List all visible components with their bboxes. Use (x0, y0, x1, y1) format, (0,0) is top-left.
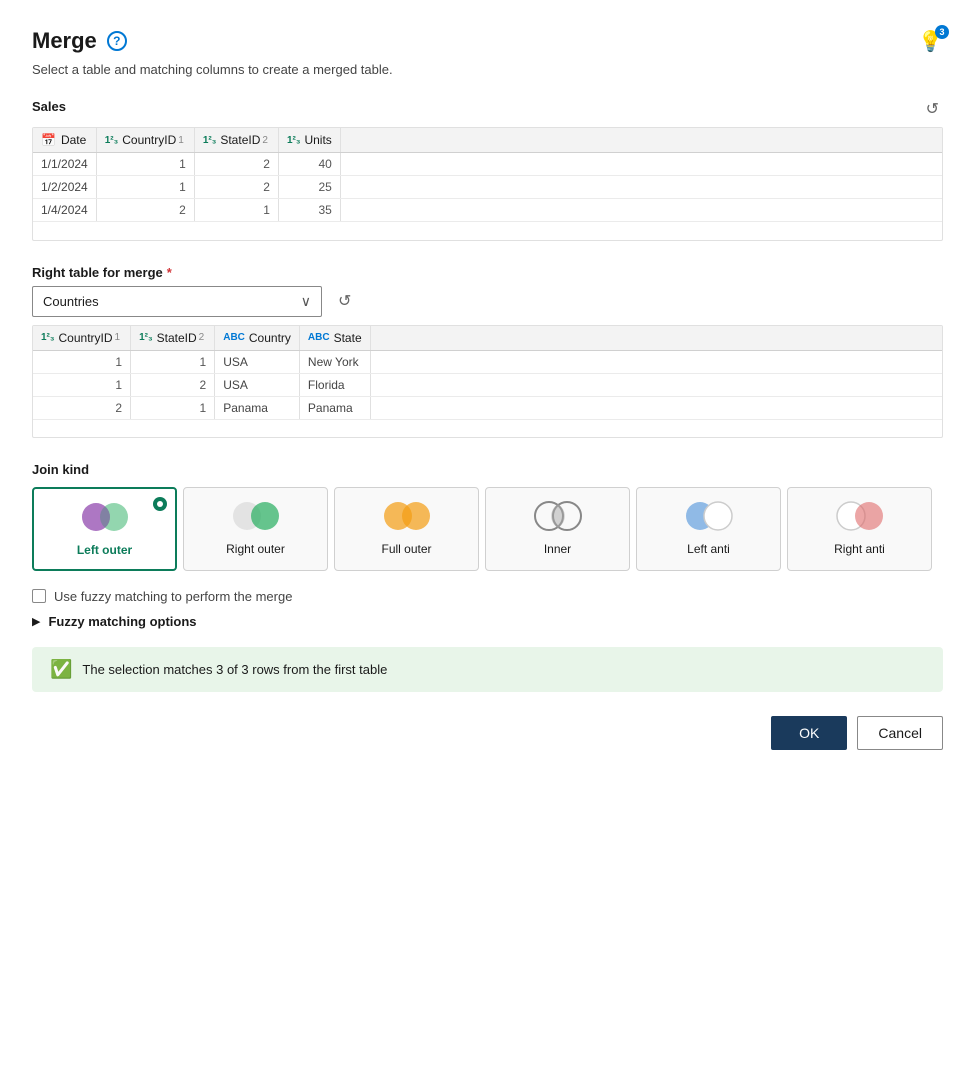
join-card-right-anti[interactable]: Right anti (787, 487, 932, 571)
join-card-inner[interactable]: Inner (485, 487, 630, 571)
sales-refresh-button[interactable]: ↺ (922, 95, 943, 123)
match-text: The selection matches 3 of 3 rows from t… (82, 662, 387, 677)
table-row: 1 1 USA New York (33, 350, 942, 373)
expand-arrow-icon: ▶ (32, 615, 40, 628)
table-row: 1/1/2024 1 2 40 (33, 153, 942, 176)
countries-col-country[interactable]: ABC Country (215, 326, 300, 351)
idea-badge: 3 (935, 25, 949, 39)
subtitle: Select a table and matching columns to c… (32, 62, 943, 77)
join-card-left-outer[interactable]: Left outer (32, 487, 177, 571)
join-card-left-anti[interactable]: Left anti (636, 487, 781, 571)
fuzzy-options-row[interactable]: ▶ Fuzzy matching options (32, 614, 943, 629)
chevron-down-icon: ∨ (301, 293, 311, 310)
full-outer-icon (380, 498, 434, 534)
selected-indicator (153, 497, 167, 511)
inner-icon (531, 498, 585, 534)
ok-button[interactable]: OK (771, 716, 847, 750)
countries-col-state[interactable]: ABC State (299, 326, 370, 351)
right-table-refresh-button[interactable]: ↺ (334, 287, 355, 315)
check-circle-icon: ✅ (50, 659, 72, 680)
fuzzy-options-label: Fuzzy matching options (48, 614, 196, 629)
calendar-icon: 📅 (41, 133, 56, 147)
fuzzy-checkbox[interactable] (32, 589, 46, 603)
required-star: * (167, 265, 172, 280)
join-kind-cards: Left outer Right outer Full outer (32, 487, 943, 571)
countries-table: 1²₃ CountryID 1 1²₃ StateID 2 (33, 326, 942, 438)
sales-col-stateid[interactable]: 1²₃ StateID 2 (194, 128, 278, 153)
help-icon[interactable]: ? (107, 31, 127, 51)
join-card-right-outer[interactable]: Right outer (183, 487, 328, 571)
idea-icon[interactable]: 💡 3 (918, 29, 943, 54)
join-label-left-outer: Left outer (77, 543, 132, 559)
right-table-section: 1²₃ CountryID 1 1²₃ StateID 2 (32, 325, 943, 439)
right-table-label: Right table for merge * (32, 265, 943, 280)
table-row: 2 1 Panama Panama (33, 396, 942, 419)
right-table-dropdown[interactable]: Countries ∨ (32, 286, 322, 317)
sales-table-section: 📅 Date 1²₃ CountryID 1 1²₃ (32, 127, 943, 241)
table-row: 1 2 USA Florida (33, 373, 942, 396)
join-label-right-anti: Right anti (834, 542, 885, 558)
join-kind-label: Join kind (32, 462, 943, 477)
match-result-banner: ✅ The selection matches 3 of 3 rows from… (32, 647, 943, 692)
left-anti-icon (682, 498, 736, 534)
countries-col-stateid[interactable]: 1²₃ StateID 2 (131, 326, 215, 351)
join-label-left-anti: Left anti (687, 542, 730, 558)
table-row: 1/4/2024 2 1 35 (33, 199, 942, 222)
fuzzy-matching-row: Use fuzzy matching to perform the merge (32, 589, 943, 604)
dropdown-value: Countries (43, 294, 99, 309)
fuzzy-label: Use fuzzy matching to perform the merge (54, 589, 292, 604)
left-outer-icon (78, 499, 132, 535)
page-title: Merge (32, 28, 97, 54)
sales-col-countryid[interactable]: 1²₃ CountryID 1 (96, 128, 194, 153)
sales-table-label: Sales (32, 99, 66, 114)
right-outer-icon (229, 498, 283, 534)
cancel-button[interactable]: Cancel (857, 716, 943, 750)
right-anti-icon (833, 498, 887, 534)
sales-table: 📅 Date 1²₃ CountryID 1 1²₃ (33, 128, 942, 240)
join-card-full-outer[interactable]: Full outer (334, 487, 479, 571)
join-label-right-outer: Right outer (226, 542, 285, 558)
join-label-full-outer: Full outer (381, 542, 431, 558)
table-row: 1/2/2024 1 2 25 (33, 176, 942, 199)
countries-col-countryid[interactable]: 1²₃ CountryID 1 (33, 326, 131, 351)
sales-col-units[interactable]: 1²₃ Units (278, 128, 340, 153)
join-label-inner: Inner (544, 542, 571, 558)
footer: OK Cancel (32, 716, 943, 750)
sales-col-date[interactable]: 📅 Date (33, 128, 96, 153)
